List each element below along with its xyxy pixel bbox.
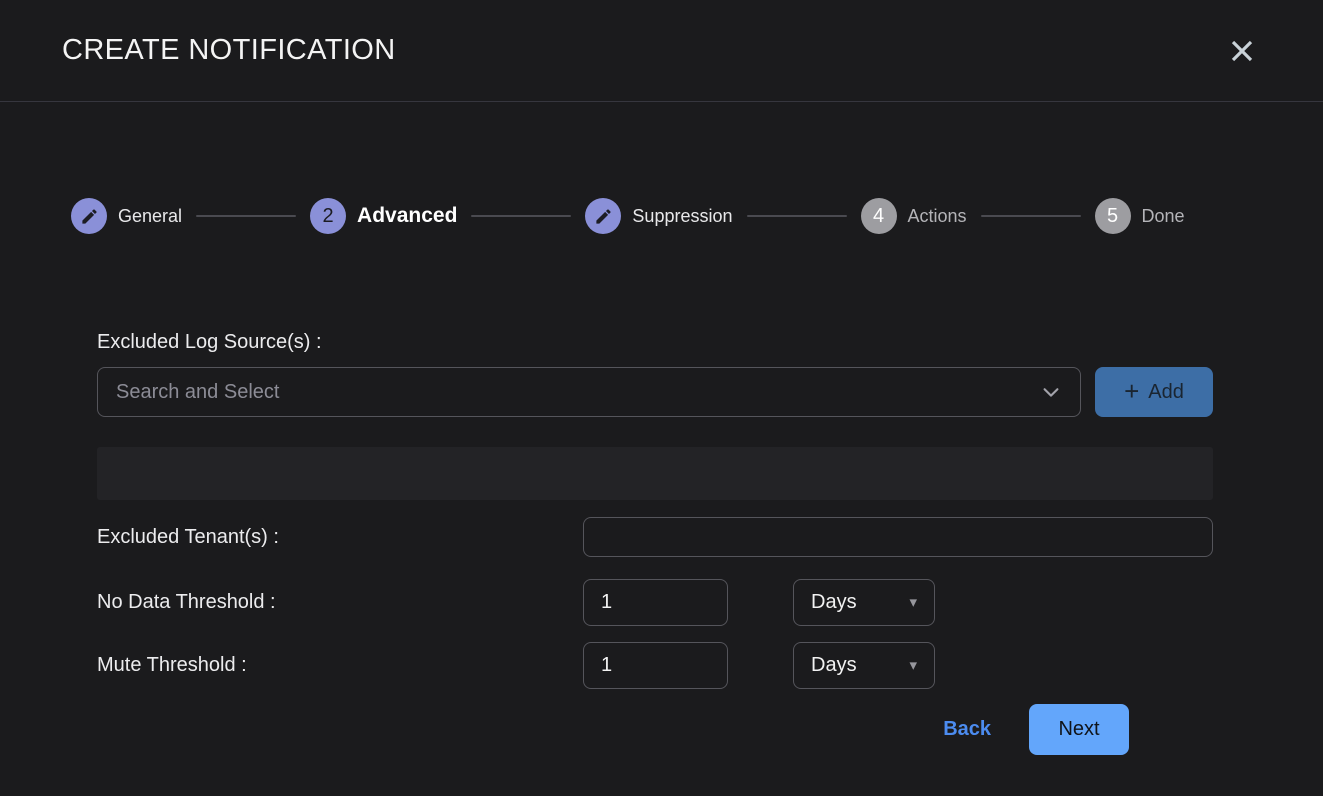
caret-down-icon: ▾ — [909, 595, 917, 610]
step-number: 5 — [1107, 206, 1118, 226]
step-circle-done: 5 — [1095, 198, 1131, 234]
pencil-icon — [80, 207, 99, 226]
search-select-placeholder: Search and Select — [116, 381, 279, 404]
step-circle-advanced: 2 — [310, 198, 346, 234]
no-data-threshold-label: No Data Threshold : — [97, 591, 583, 614]
next-button[interactable]: Next — [1029, 704, 1129, 755]
add-button-label: Add — [1148, 381, 1184, 404]
excluded-log-sources-list-panel — [97, 447, 1213, 500]
mute-threshold-label: Mute Threshold : — [97, 654, 583, 677]
excluded-tenants-row: Excluded Tenant(s) : — [97, 517, 1213, 557]
create-notification-dialog: CREATE NOTIFICATION General 2 Advanced — [0, 0, 1323, 796]
stepper-connector — [981, 215, 1081, 217]
stepper-connector — [471, 215, 571, 217]
back-button[interactable]: Back — [943, 718, 991, 741]
step-label-done: Done — [1142, 206, 1185, 227]
stepper-step-advanced[interactable]: 2 Advanced — [310, 198, 457, 234]
excluded-tenants-label: Excluded Tenant(s) : — [97, 526, 583, 549]
unit-select-value: Days — [811, 654, 857, 677]
stepper-step-suppression[interactable]: Suppression — [585, 198, 732, 234]
dialog-header: CREATE NOTIFICATION — [0, 0, 1323, 102]
step-number: 4 — [873, 206, 884, 226]
stepper-connector — [747, 215, 847, 217]
no-data-threshold-row: No Data Threshold : Days ▾ — [97, 579, 1213, 626]
caret-down-icon: ▾ — [909, 658, 917, 673]
dialog-footer: Back Next — [97, 704, 1213, 755]
pencil-icon — [594, 207, 613, 226]
mute-threshold-row: Mute Threshold : Days ▾ — [97, 642, 1213, 689]
wizard-stepper: General 2 Advanced Suppression 4 Actions — [71, 198, 1323, 234]
chevron-down-icon — [1040, 381, 1062, 403]
no-data-threshold-unit-select[interactable]: Days ▾ — [793, 579, 935, 626]
step-circle-actions: 4 — [861, 198, 897, 234]
excluded-log-sources-row: Search and Select + Add — [97, 367, 1213, 417]
mute-threshold-input[interactable] — [583, 642, 728, 689]
excluded-log-sources-label: Excluded Log Source(s) : — [97, 331, 1213, 354]
add-log-source-button[interactable]: + Add — [1095, 367, 1213, 417]
step-number: 2 — [322, 206, 333, 226]
excluded-tenants-input[interactable] — [583, 517, 1213, 557]
stepper-connector — [196, 215, 296, 217]
log-source-search-select[interactable]: Search and Select — [97, 367, 1081, 417]
plus-icon: + — [1124, 378, 1139, 404]
advanced-step-form: Excluded Log Source(s) : Search and Sele… — [97, 331, 1213, 755]
dialog-title: CREATE NOTIFICATION — [62, 34, 396, 67]
close-button[interactable] — [1223, 32, 1261, 70]
step-label-suppression: Suppression — [632, 206, 732, 227]
step-circle-general — [71, 198, 107, 234]
stepper-step-general[interactable]: General — [71, 198, 182, 234]
step-label-general: General — [118, 206, 182, 227]
unit-select-value: Days — [811, 591, 857, 614]
mute-threshold-unit-select[interactable]: Days ▾ — [793, 642, 935, 689]
no-data-threshold-input[interactable] — [583, 579, 728, 626]
step-label-advanced: Advanced — [357, 204, 457, 228]
step-circle-suppression — [585, 198, 621, 234]
close-icon — [1227, 36, 1257, 66]
step-label-actions: Actions — [908, 206, 967, 227]
stepper-step-done[interactable]: 5 Done — [1095, 198, 1185, 234]
stepper-step-actions[interactable]: 4 Actions — [861, 198, 967, 234]
